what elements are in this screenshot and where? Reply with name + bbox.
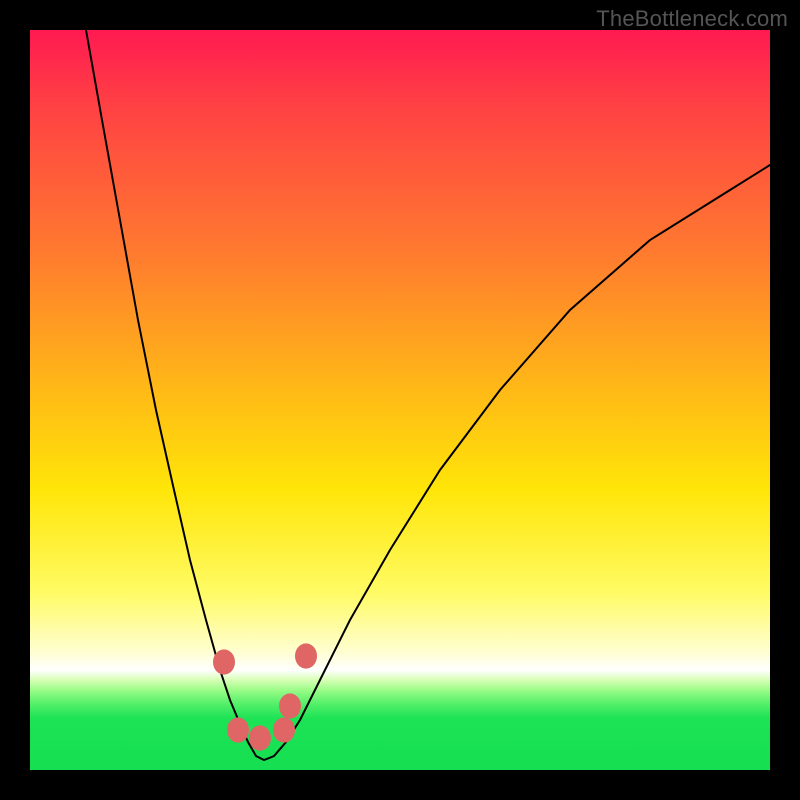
plot-area: [30, 30, 770, 770]
trough-point-3: [273, 717, 295, 742]
trough-point-2: [249, 725, 271, 750]
chart-frame: TheBottleneck.com: [0, 0, 800, 800]
trough-point-4: [279, 693, 301, 718]
markers-layer: [30, 30, 770, 770]
trough-point-5: [295, 643, 317, 668]
trough-point-1: [227, 717, 249, 742]
trough-point-0: [213, 649, 235, 674]
watermark-text: TheBottleneck.com: [596, 6, 788, 32]
